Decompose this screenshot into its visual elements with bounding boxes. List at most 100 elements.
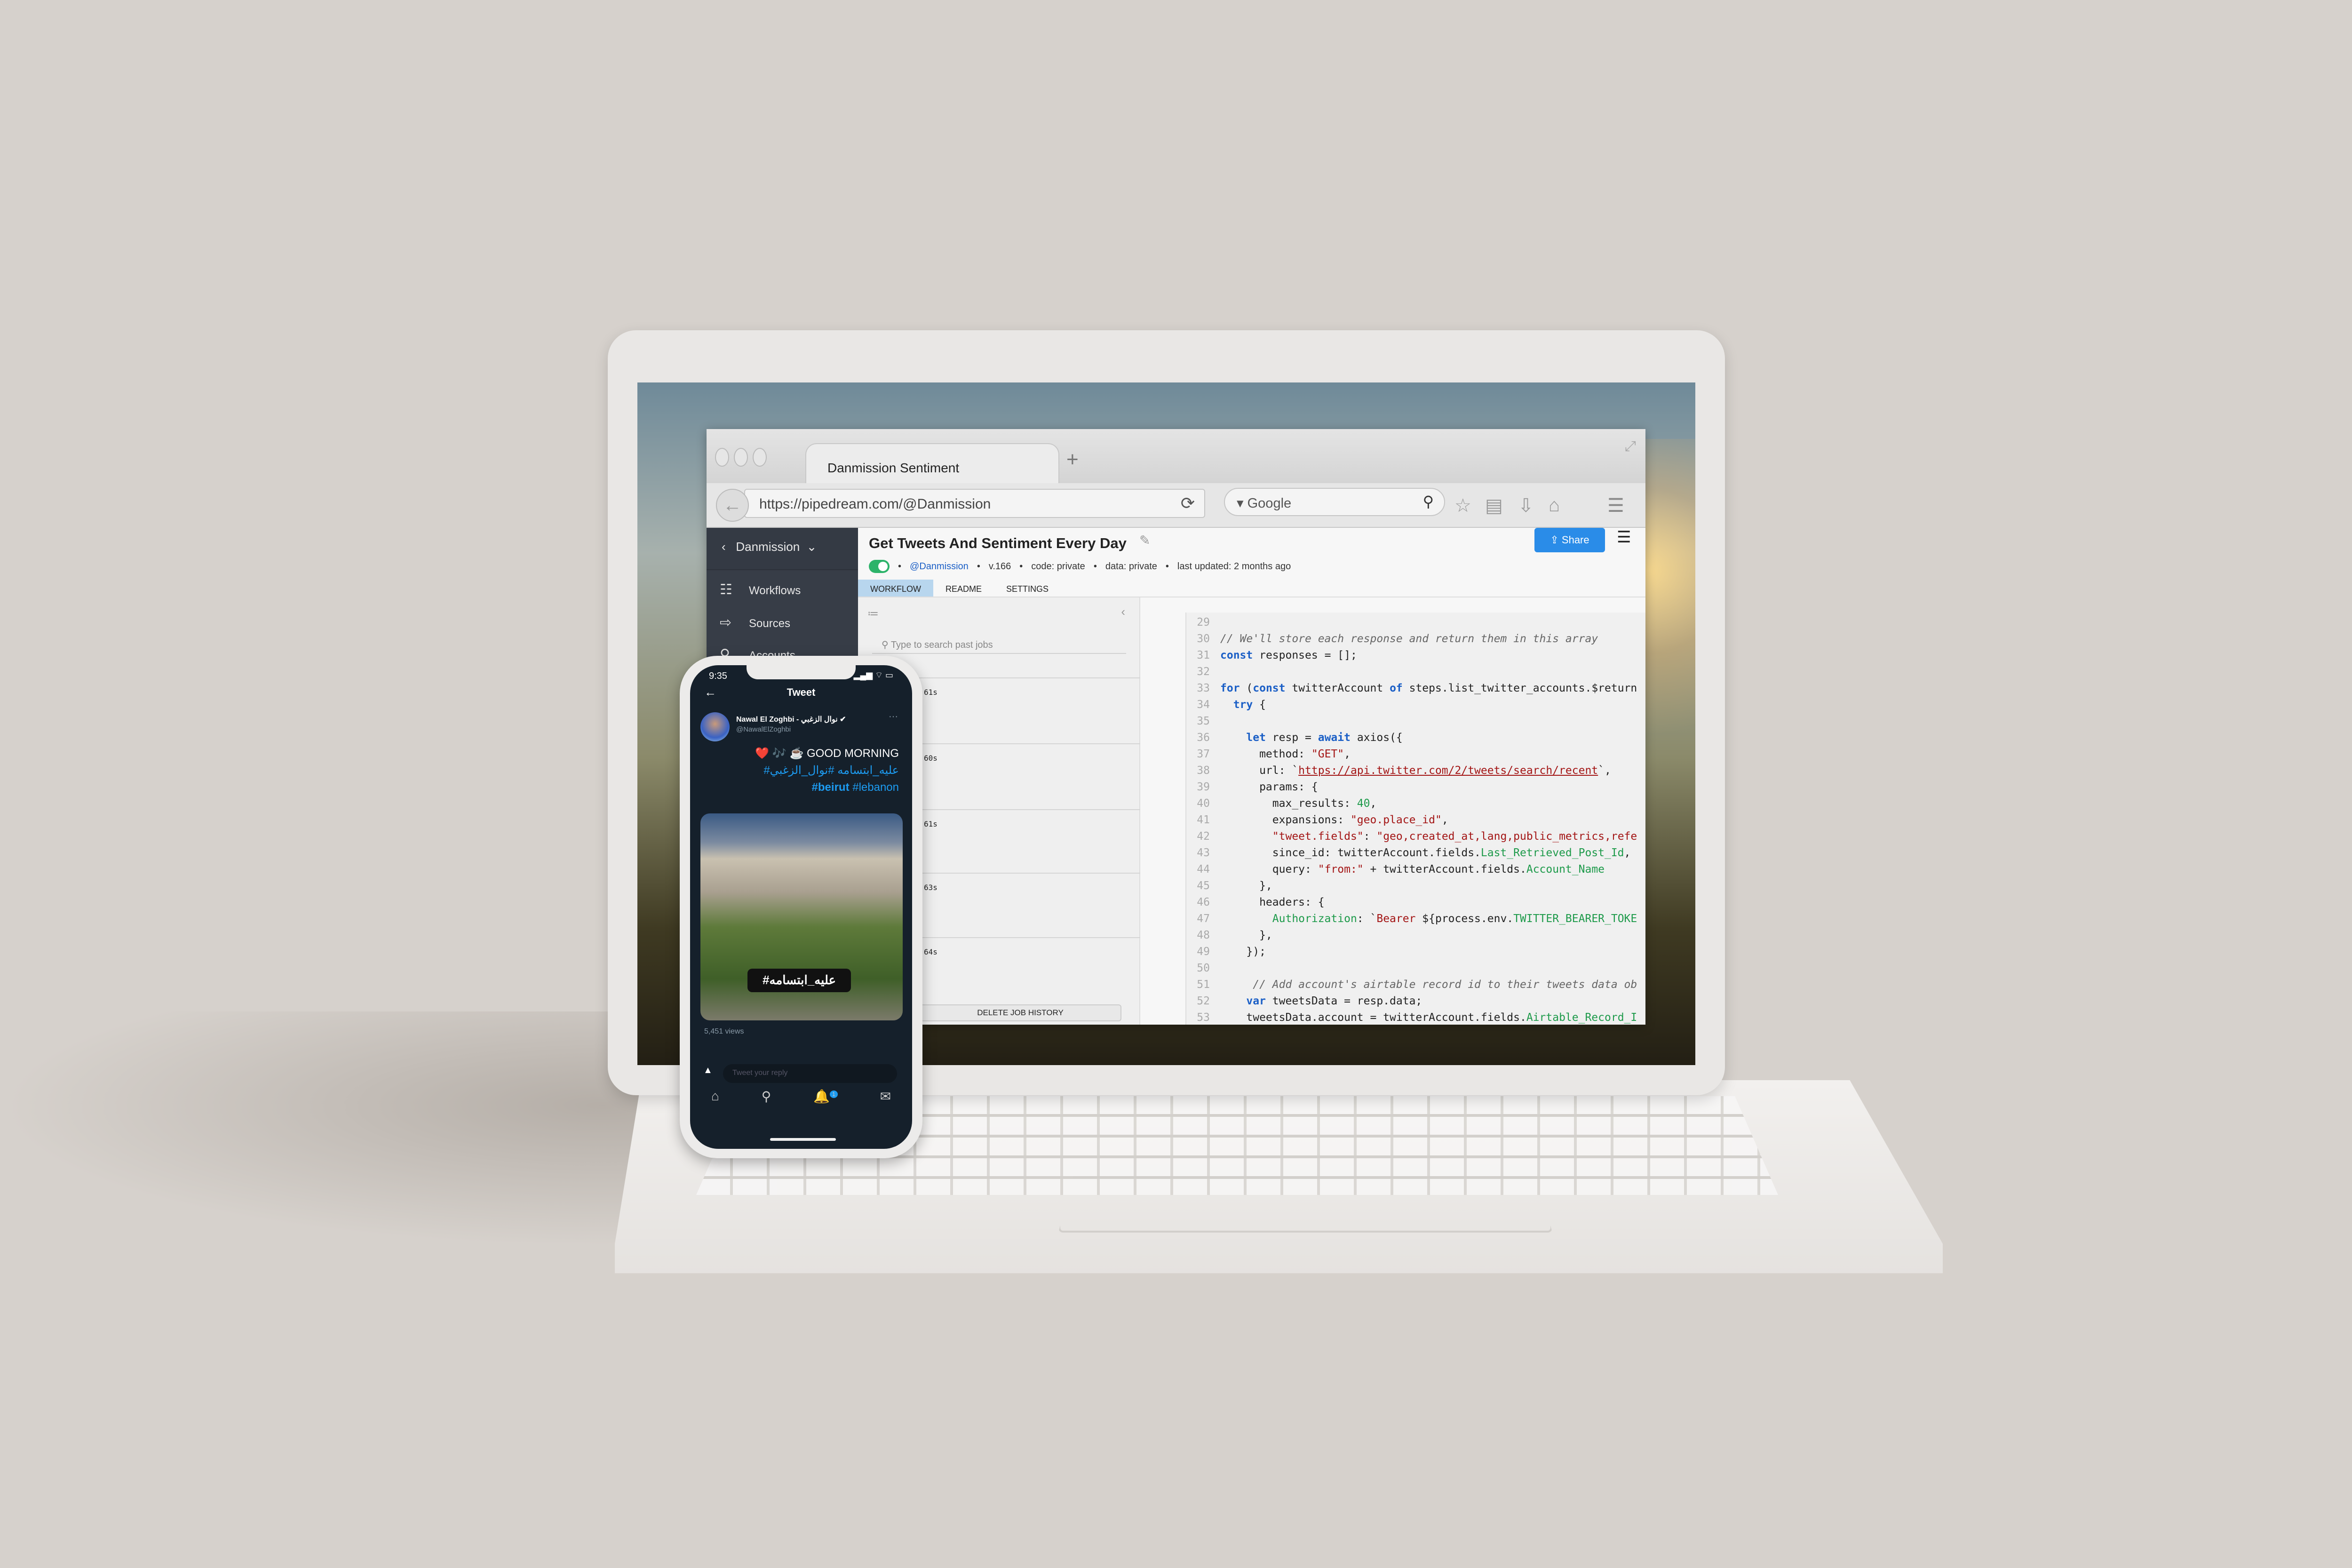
code-line[interactable]: method: "GET", xyxy=(1220,748,1351,760)
code-token: , xyxy=(1370,797,1377,810)
code-line[interactable]: "tweet.fields": "geo,created_at,lang,pub… xyxy=(1220,830,1637,843)
code-token: "tweet.fields" xyxy=(1272,830,1364,843)
job-row[interactable]: 61s xyxy=(919,809,1140,870)
job-row[interactable]: 63s xyxy=(919,873,1140,934)
author-name[interactable]: Nawal El Zoghbi - نوال الزغبي ✔ xyxy=(736,715,846,724)
hashtag-lebanon[interactable]: #lebanon xyxy=(852,781,899,794)
home-icon[interactable]: ⌂ xyxy=(1549,495,1560,516)
bottom-nav: ⌂ ⚲ 🔔 1 ✉ xyxy=(690,1089,912,1104)
browser-tab[interactable]: Danmission Sentiment xyxy=(805,443,1059,483)
job-search-input[interactable]: ⚲ Type to search past jobs xyxy=(872,635,1126,654)
new-tab-button[interactable]: + xyxy=(1066,448,1079,471)
search-engine: Google xyxy=(1247,496,1292,511)
back-button[interactable]: ← xyxy=(716,489,749,522)
share-button[interactable]: ⇪ Share xyxy=(1534,528,1605,552)
address-bar[interactable]: https://pipedream.com/@Danmission ⟳ xyxy=(744,489,1205,518)
code-line[interactable]: url: `https://api.twitter.com/2/tweets/s… xyxy=(1220,764,1611,777)
author-handle: @NawalElZoghbi xyxy=(736,725,791,733)
code-line[interactable]: }, xyxy=(1220,929,1272,941)
bookmarks-list-icon[interactable]: ▤ xyxy=(1485,495,1503,517)
search-box[interactable]: ▾ Google ⚲ xyxy=(1224,488,1445,516)
line-number: 39 xyxy=(1197,781,1210,793)
tab-settings[interactable]: SETTINGS xyxy=(994,580,1061,597)
code-line[interactable]: tweetsData.account = twitterAccount.fiel… xyxy=(1220,1011,1637,1024)
code-line[interactable]: let resp = await axios({ xyxy=(1220,732,1403,744)
tab-workflow[interactable]: WORKFLOW xyxy=(858,580,933,597)
workflow-enabled-toggle[interactable] xyxy=(869,560,890,573)
avatar[interactable] xyxy=(700,712,730,741)
collapse-chevron-icon[interactable]: ‹ xyxy=(1121,605,1125,619)
version-select[interactable]: v.166 xyxy=(989,561,1011,572)
code-line[interactable]: headers: { xyxy=(1220,896,1324,908)
code-token: const xyxy=(1220,649,1253,661)
code-line[interactable]: var tweetsData = resp.data; xyxy=(1220,995,1422,1007)
code-line[interactable]: // Add account's airtable record id to t… xyxy=(1220,979,1637,991)
home-icon[interactable]: ⌂ xyxy=(711,1089,719,1104)
code-line[interactable]: }); xyxy=(1220,946,1266,958)
code-line[interactable]: const responses = []; xyxy=(1220,649,1357,661)
reply-input[interactable]: Tweet your reply xyxy=(723,1064,897,1083)
notification-badge: 1 xyxy=(830,1090,838,1098)
code-token: for xyxy=(1220,682,1240,694)
last-updated: last updated: 2 months ago xyxy=(1177,561,1291,572)
code-line[interactable]: params: { xyxy=(1220,781,1318,793)
download-icon[interactable]: ⇩ xyxy=(1518,495,1534,517)
code-line[interactable]: try { xyxy=(1220,699,1266,711)
search-icon: ⚲ xyxy=(1422,493,1434,510)
notifications-bell-icon[interactable]: 🔔 1 xyxy=(813,1089,838,1104)
code-token: Account_Name xyxy=(1526,863,1605,876)
owner-link[interactable]: @Danmission xyxy=(910,561,969,572)
line-number: 30 xyxy=(1197,633,1210,645)
workflow-meta: • @Danmission • v.166 • code: private • data… xyxy=(869,560,1291,573)
code-token: url: ` xyxy=(1220,764,1299,777)
messages-icon[interactable]: ✉ xyxy=(880,1089,891,1104)
code-line[interactable]: // We'll store each response and return … xyxy=(1220,633,1598,645)
sidebar-item-workflows[interactable]: ☷ Workflows xyxy=(707,575,858,608)
bookmark-star-icon[interactable]: ☆ xyxy=(1454,495,1471,517)
hashtag-beirut[interactable]: #beirut xyxy=(812,781,850,794)
code-line[interactable]: query: "from:" + twitterAccount.fields.A… xyxy=(1220,863,1605,876)
more-options-icon[interactable]: ··· xyxy=(889,711,898,722)
line-number: 35 xyxy=(1197,715,1210,727)
tab-readme[interactable]: README xyxy=(933,580,994,597)
hamburger-menu-icon[interactable]: ☰ xyxy=(1617,528,1631,547)
url-text: https://pipedream.com/@Danmission xyxy=(759,496,991,512)
code-line[interactable]: for (const twitterAccount of steps.list_… xyxy=(1220,682,1637,694)
workflow-tabs: WORKFLOW README SETTINGS xyxy=(858,580,1645,597)
line-number: 44 xyxy=(1197,863,1210,876)
code-token: resp = xyxy=(1265,732,1318,744)
code-token: , xyxy=(1441,814,1448,826)
delete-job-history-button[interactable]: DELETE JOB HISTORY xyxy=(919,1004,1121,1021)
code-privacy[interactable]: code: private xyxy=(1031,561,1085,572)
code-line[interactable]: expansions: "geo.place_id", xyxy=(1220,814,1448,826)
menu-icon[interactable]: ☰ xyxy=(1607,495,1624,517)
code-token: }); xyxy=(1220,946,1266,958)
edit-pencil-icon[interactable]: ✎ xyxy=(1139,533,1150,548)
code-line[interactable]: since_id: twitterAccount.fields.Last_Ret… xyxy=(1220,847,1631,859)
job-row[interactable]: 61s xyxy=(919,677,1140,739)
reload-icon[interactable]: ⟳ xyxy=(1181,493,1195,513)
code-line[interactable]: }, xyxy=(1220,880,1272,892)
account-switcher[interactable]: ‹ Danmission ⌄ xyxy=(707,528,858,570)
code-token: tweetsData = resp.data; xyxy=(1265,995,1422,1007)
tweet-media-video[interactable]: #عليه_ابتسامه xyxy=(700,813,903,1020)
code-editor[interactable]: 29 30 // We'll store each response and ret… xyxy=(1185,613,1645,1025)
minimize-window-button[interactable] xyxy=(734,448,748,467)
search-icon[interactable]: ⚲ xyxy=(762,1089,771,1104)
code-line[interactable]: Authorization: `Bearer ${process.env.TWI… xyxy=(1220,913,1637,925)
code-line[interactable]: max_results: 40, xyxy=(1220,797,1377,810)
code-token: axios({ xyxy=(1350,732,1403,744)
hashtag-line[interactable]: #عليه_ابتسامه #نوال_الزغبي xyxy=(701,762,899,779)
close-window-button[interactable] xyxy=(715,448,729,467)
filter-list-icon[interactable]: ≔ xyxy=(867,607,879,621)
line-number: 38 xyxy=(1197,764,1210,777)
job-row[interactable]: 64s xyxy=(919,937,1140,998)
code-token: + twitterAccount.fields. xyxy=(1363,863,1526,876)
code-token: "from:" xyxy=(1318,863,1364,876)
fullscreen-icon[interactable]: ⤢ xyxy=(1625,438,1636,454)
maximize-window-button[interactable] xyxy=(753,448,767,467)
job-row[interactable]: 60s xyxy=(919,743,1140,804)
sidebar-item-sources[interactable]: ⇨ Sources xyxy=(707,608,858,641)
